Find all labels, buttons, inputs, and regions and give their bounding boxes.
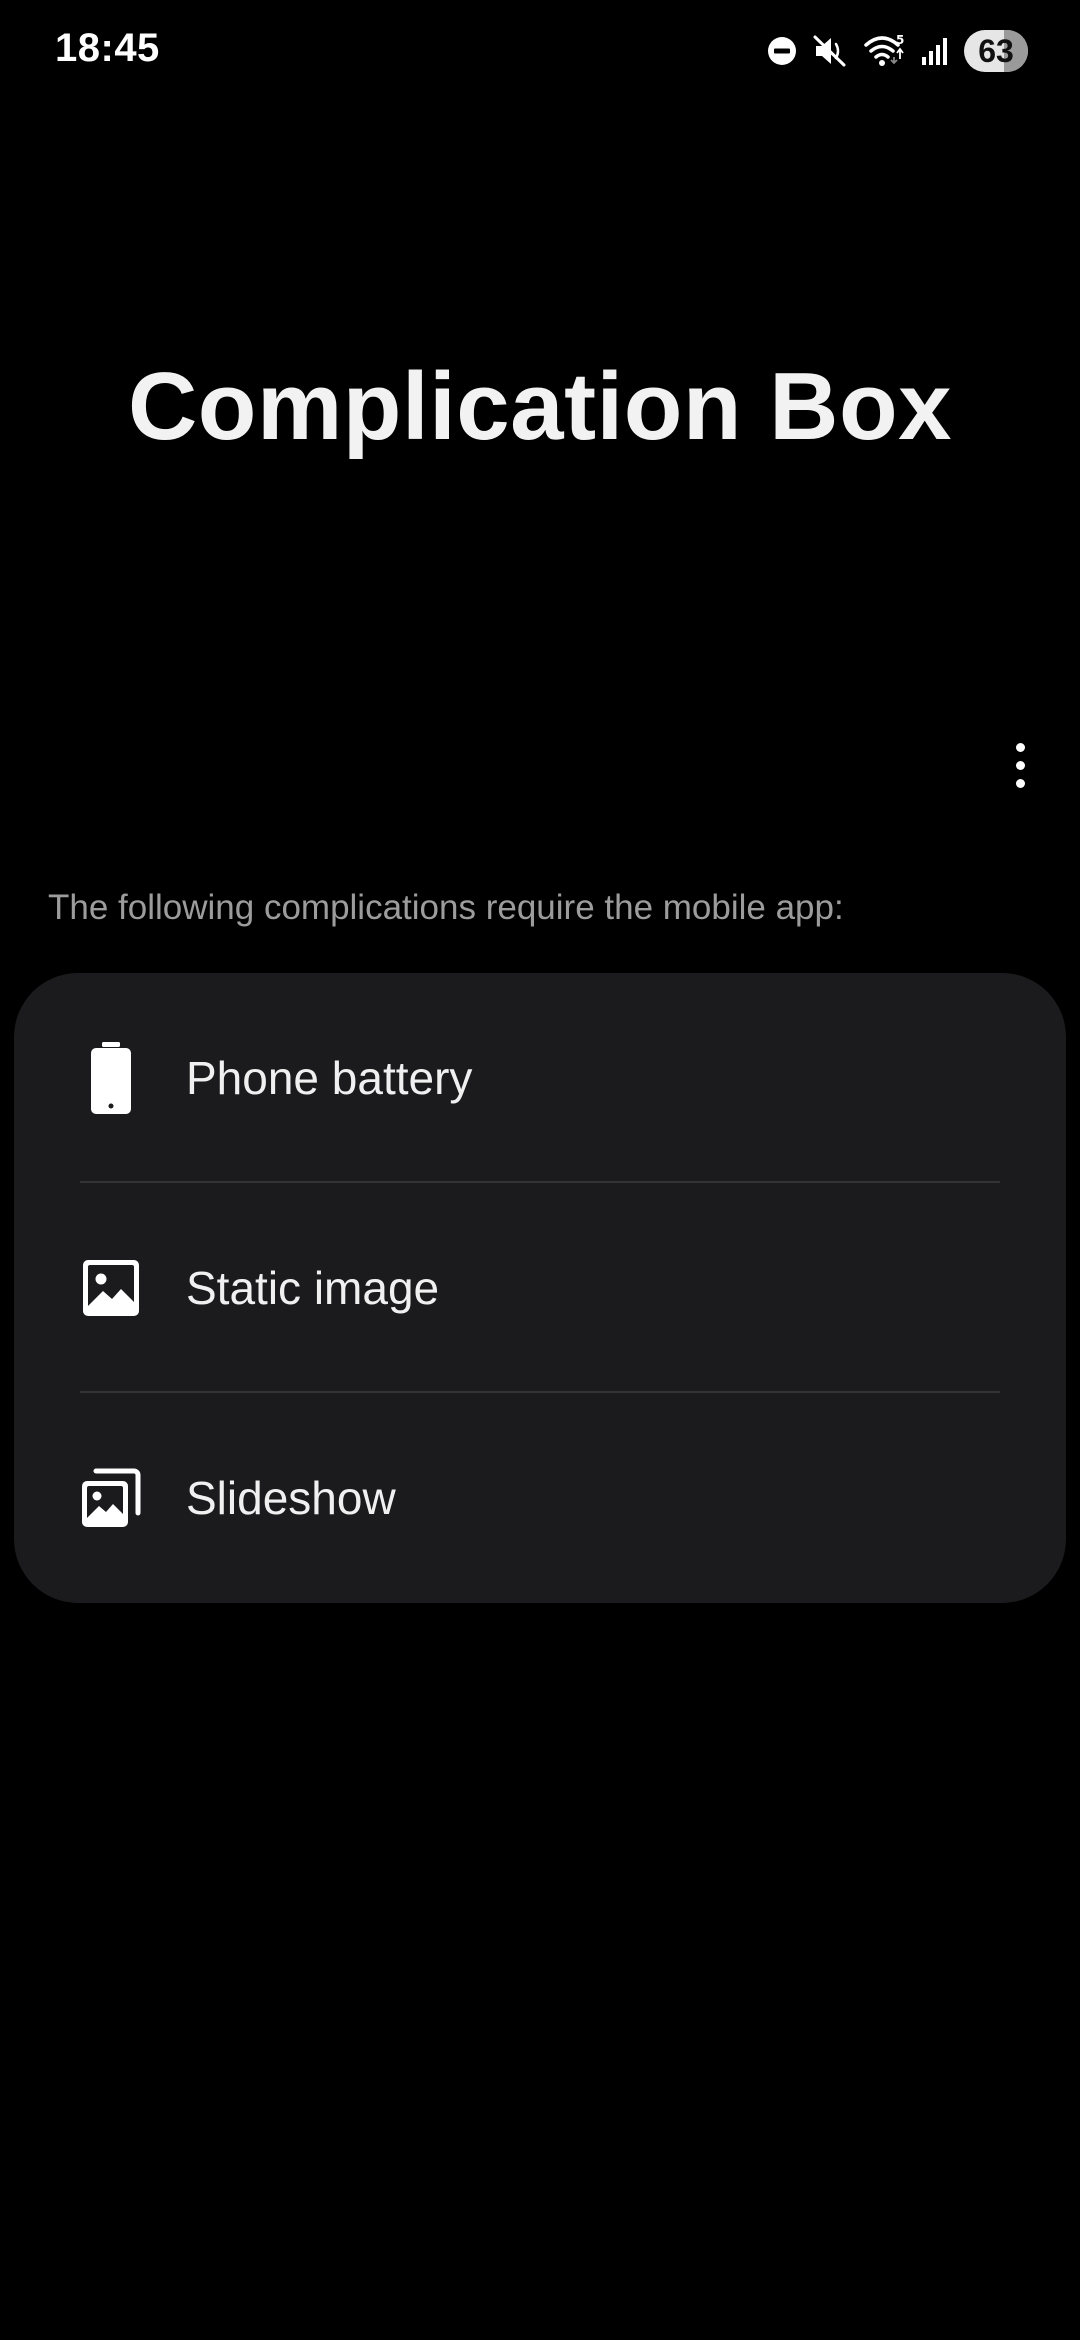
mute-icon	[812, 33, 848, 69]
list-item-slideshow[interactable]: Slideshow	[14, 1393, 1066, 1603]
battery-level: 63	[978, 32, 1014, 69]
section-description: The following complications require the …	[48, 888, 844, 927]
more-vertical-icon-dot	[1015, 778, 1025, 788]
page-title: Complication Box	[127, 353, 953, 460]
list-item-phone-battery[interactable]: Phone battery	[14, 973, 1066, 1183]
more-vertical-icon	[1015, 742, 1025, 752]
battery-icon: 63	[964, 30, 1028, 72]
list-item-label: Phone battery	[186, 1052, 473, 1104]
do-not-disturb-icon	[766, 35, 798, 67]
complications-card: Phone battery Static image Slideshow	[14, 973, 1066, 1603]
more-options-button[interactable]	[990, 730, 1050, 800]
signal-icon	[920, 35, 950, 67]
phone-battery-icon	[76, 1038, 146, 1118]
slideshow-icon	[76, 1458, 146, 1538]
list-item-static-image[interactable]: Static image	[14, 1183, 1066, 1393]
list-item-label: Static image	[186, 1262, 440, 1314]
more-vertical-icon-dot	[1015, 760, 1025, 770]
image-icon	[76, 1248, 146, 1328]
list-item-label: Slideshow	[186, 1472, 396, 1524]
wifi-icon: 5	[862, 33, 906, 69]
status-bar: 18:45 5 63	[0, 0, 1080, 100]
status-icons: 5 63	[766, 28, 1028, 74]
status-time: 18:45	[55, 26, 160, 70]
svg-text:5: 5	[896, 33, 904, 47]
